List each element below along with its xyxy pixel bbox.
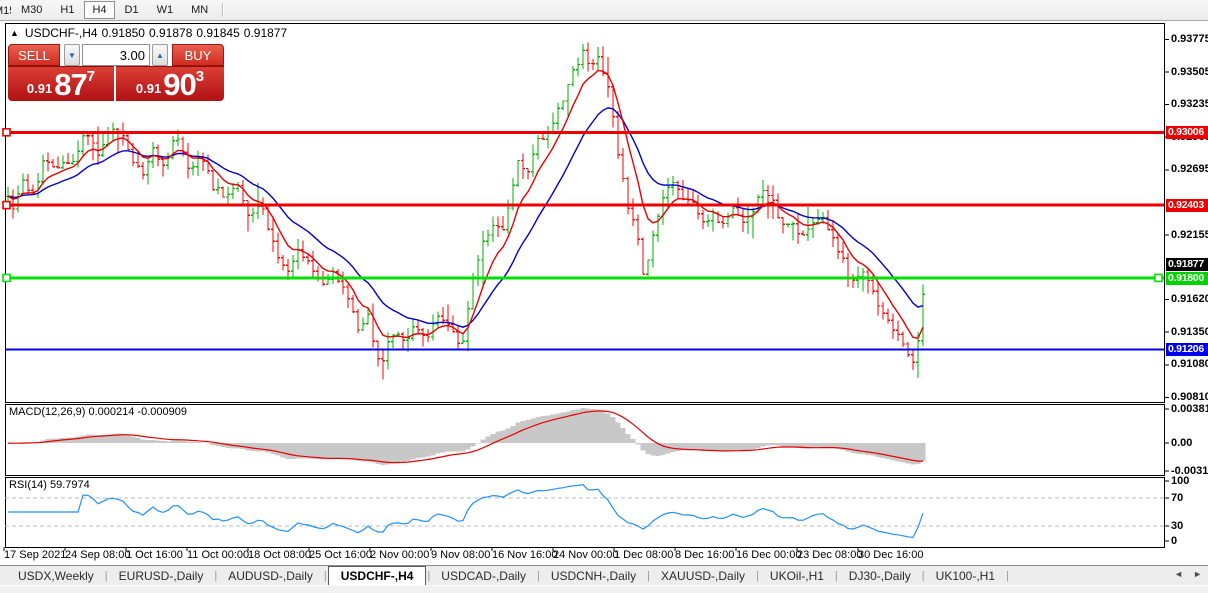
ohlc-open: 0.91850 [101,26,145,40]
tab-separator: | [647,569,651,582]
lot-decrease-button[interactable]: ▼ [64,44,80,66]
buy-price-display[interactable]: 0.91 90 3 [116,66,224,101]
buy-price-pip: 3 [195,68,205,85]
chart-title: ▲ USDCHF-,H4 0.91850 0.91878 0.91845 0.91877 [10,26,291,40]
chart-symbol: USDCHF-,H4 [24,26,98,40]
lot-increase-button[interactable]: ▲ [152,44,168,66]
tab-audusd-daily[interactable]: AUDUSD-,Daily [218,567,323,585]
rsi-tick-0: 0 [1171,534,1178,547]
sell-price-pip: 7 [86,68,96,85]
time-tick-label: 24 Nov 00:00 [553,549,619,561]
sell-price-display[interactable]: 0.91 87 7 [8,66,114,101]
ohlc-low: 0.91845 [196,26,240,40]
time-tick-label: 1 Oct 16:00 [126,549,183,561]
ma-slow-line [7,107,924,328]
rsi-panel[interactable] [5,477,1165,548]
time-tick-label: 8 Dec 16:00 [675,549,735,561]
tab-separator: | [427,569,431,582]
price-badge-0.92403: 0.92403 [1166,198,1208,212]
ohlc-high: 0.91878 [148,26,193,40]
price-tick-0.92695: 0.92695 [1171,163,1208,176]
macd-signal-line [7,410,923,464]
price-badge-0.93006: 0.93006 [1166,125,1208,139]
buy-price-prefix: 0.91 [135,81,162,96]
sell-button[interactable]: SELL [8,44,60,66]
tab-separator: | [834,569,838,582]
rsi-indicator-label: RSI(14) 59.7974 [9,479,90,491]
time-tick-label: 25 Oct 16:00 [309,549,372,561]
time-tick-label: 11 Oct 00:00 [187,549,250,561]
lot-stepper: ▼ ▲ [64,44,168,66]
price-tick-0.93775: 0.93775 [1171,32,1208,45]
tab-uk100-h1[interactable]: UK100-,H1 [926,567,1005,585]
tab-separator: | [104,569,108,582]
time-tick-label: 23 Dec 08:00 [797,549,863,561]
price-tick-0.91080: 0.91080 [1171,358,1208,371]
macd-tick-0.00: 0.00 [1171,436,1193,449]
tab-separator: | [756,569,759,582]
time-tick-label: 24 Sep 08:00 [65,549,131,561]
status-strip [0,585,1208,593]
price-tick-0.92155: 0.92155 [1171,228,1208,241]
sell-price-big: 87 [54,67,87,102]
rsi-tick-100: 100 [1171,474,1190,487]
lot-size-input[interactable] [82,44,150,66]
tab-eurusd-daily[interactable]: EURUSD-,Daily [109,567,214,585]
price-tick-0.91350: 0.91350 [1171,325,1208,338]
tab-separator: | [921,569,925,582]
buy-price-big: 90 [163,67,196,102]
tab-scroll-left-icon[interactable]: ◄ [1174,567,1183,581]
time-tick-label: 30 Dec 16:00 [858,549,924,561]
hline-0.918[interactable] [2,273,1164,283]
price-tick-0.91620: 0.91620 [1171,293,1208,306]
tab-usdx-weekly[interactable]: USDX,Weekly [8,567,104,585]
time-tick-label: 1 Dec 08:00 [614,549,674,561]
trading-platform-window: M15M30H1H4D1W1MN ▲USDCHF-,H40.918500.918… [0,0,1208,593]
macd-tick-0.003811: 0.003811 [1171,402,1208,415]
tab-dj30-daily[interactable]: DJ30-,Daily [839,567,921,585]
time-tick-label: 18 Oct 08:00 [248,549,311,561]
rsi-tick-70: 70 [1171,491,1184,504]
price-tick-0.93505: 0.93505 [1171,65,1208,78]
symbol-tab-bar: USDX,Weekly | EURUSD-,Daily | AUDUSD-,Daily |… [0,565,1208,586]
tab-usdcad-daily[interactable]: USDCAD-,Daily [431,567,536,585]
tab-separator: | [214,569,218,582]
price-badge-0.91800: 0.91800 [1166,272,1208,286]
time-tick-label: 17 Sep 2021 [4,549,67,561]
price-badge-0.91206: 0.91206 [1166,343,1208,357]
tab-separator: | [323,569,327,582]
collapse-panel-icon[interactable]: ▲ [10,28,19,38]
time-tick-label: 9 Nov 08:00 [431,549,491,561]
rsi-tick-30: 30 [1171,519,1184,532]
tab-separator: | [1006,569,1009,582]
time-tick-label: 2 Nov 00:00 [370,549,430,561]
hline-0.92403[interactable] [2,200,1164,210]
tab-scroll-controls: ◄ ► [1174,567,1202,581]
sell-price-prefix: 0.91 [26,81,53,96]
price-tick-0.93235: 0.93235 [1171,98,1208,111]
tab-ukoil-h1[interactable]: UKOil-,H1 [760,567,834,585]
tab-usdcnh-daily[interactable]: USDCNH-,Daily [541,567,646,585]
one-click-trade-panel: SELL ▼ ▲ BUY 0.91 87 7 0.91 90 3 [8,44,224,101]
tab-scroll-right-icon[interactable]: ► [1193,567,1202,581]
time-tick-label: 16 Dec 00:00 [736,549,802,561]
ohlc-close: 0.91877 [243,26,288,40]
tab-separator: | [536,569,540,582]
buy-button[interactable]: BUY [172,44,224,66]
macd-indicator-label: MACD(12,26,9) 0.000214 -0.000909 [9,406,187,418]
time-tick-label: 16 Nov 16:00 [492,549,558,561]
rsi-line [8,484,924,539]
tab-xauusd-daily[interactable]: XAUUSD-,Daily [651,567,755,585]
price-badge-0.91877: 0.91877 [1166,258,1208,272]
tab-usdchf-h4[interactable]: USDCHF-,H4 [327,565,427,586]
